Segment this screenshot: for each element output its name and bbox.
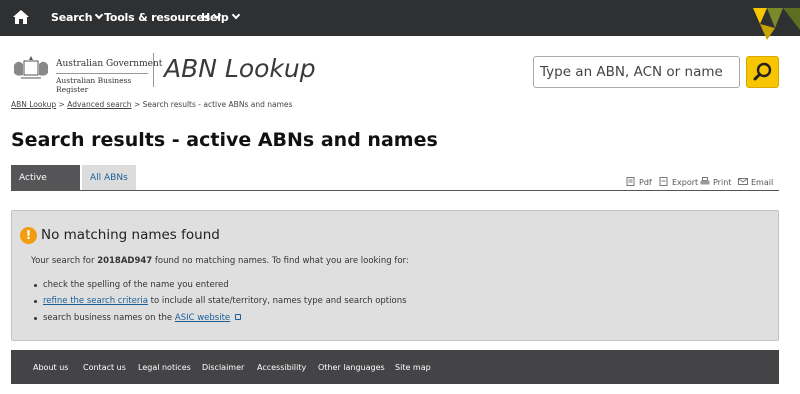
tab-all-abns[interactable]: All ABNs bbox=[82, 165, 136, 191]
suggestion-refine-criteria: refine the search criteria to include al… bbox=[34, 296, 407, 306]
breadcrumb-separator: > bbox=[133, 100, 141, 109]
nav-tools-label: Tools & resources bbox=[104, 11, 211, 24]
no-results-title: No matching names found bbox=[41, 227, 220, 243]
asic-text: search business names on the bbox=[43, 313, 175, 323]
search-button[interactable] bbox=[746, 56, 779, 88]
agency-name: Australian Business Register bbox=[56, 73, 148, 94]
site-brand-title[interactable]: ABN Lookup bbox=[164, 54, 316, 83]
email-icon bbox=[738, 178, 748, 185]
email-button[interactable]: Email bbox=[738, 177, 773, 187]
refine-search-text: to include all state/territory, names ty… bbox=[147, 296, 407, 306]
breadcrumb: ABN Lookup > Advanced search > Search re… bbox=[11, 100, 292, 109]
print-button[interactable]: Print bbox=[700, 177, 731, 187]
nav-search-label: Search bbox=[51, 11, 93, 24]
breadcrumb-current: Search results - active ABNs and names bbox=[142, 100, 293, 109]
page-title: Search results - active ABNs and names bbox=[11, 129, 438, 151]
export-button[interactable]: Export bbox=[659, 177, 698, 187]
government-name: Australian Government bbox=[56, 59, 163, 69]
footer-disclaimer[interactable]: Disclaimer bbox=[202, 363, 244, 372]
home-icon[interactable] bbox=[12, 9, 30, 25]
footer-other-languages[interactable]: Other languages bbox=[318, 363, 385, 372]
footer-contact-us[interactable]: Contact us bbox=[83, 363, 126, 372]
coat-of-arms-logo bbox=[14, 56, 48, 79]
decorative-triangles bbox=[753, 8, 800, 40]
breadcrumb-abn-lookup[interactable]: ABN Lookup bbox=[11, 100, 56, 109]
nav-search[interactable]: Search bbox=[51, 10, 104, 24]
external-link-icon bbox=[235, 314, 242, 320]
search-input[interactable] bbox=[533, 56, 740, 88]
search-query: 2018AD947 bbox=[97, 256, 153, 266]
search-icon bbox=[753, 62, 772, 81]
nav-help[interactable]: Help bbox=[201, 10, 240, 24]
footer-site-map[interactable]: Site map bbox=[395, 363, 431, 372]
footer-accessibility[interactable]: Accessibility bbox=[257, 363, 306, 372]
top-nav-bar: Search Tools & resources Help bbox=[0, 0, 800, 40]
chevron-down-icon bbox=[231, 10, 240, 20]
warning-icon: ! bbox=[20, 227, 37, 244]
header-divider bbox=[153, 53, 154, 87]
description-suffix: found no matching names. To find what yo… bbox=[152, 256, 409, 266]
asic-website-link[interactable]: ASIC website bbox=[175, 313, 230, 323]
footer-about-us[interactable]: About us bbox=[33, 363, 68, 372]
email-label: Email bbox=[751, 178, 774, 187]
export-label: Export bbox=[672, 178, 699, 187]
print-label: Print bbox=[713, 178, 732, 187]
breadcrumb-advanced-search[interactable]: Advanced search bbox=[67, 100, 131, 109]
no-results-description: Your search for 2018AD947 found no match… bbox=[31, 256, 409, 266]
suggestion-check-spelling: check the spelling of the name you enter… bbox=[34, 280, 229, 290]
description-prefix: Your search for bbox=[31, 256, 98, 266]
print-icon bbox=[700, 177, 710, 185]
tab-underline bbox=[11, 190, 779, 191]
tab-active-abns[interactable]: Active ABNs bbox=[11, 165, 80, 209]
pdf-button[interactable]: Pdf bbox=[626, 177, 652, 187]
export-icon bbox=[659, 177, 668, 186]
suggestion-asic: search business names on the ASIC websit… bbox=[33, 313, 242, 323]
pdf-label: Pdf bbox=[639, 178, 652, 187]
breadcrumb-separator: > bbox=[58, 100, 65, 109]
footer-legal-notices[interactable]: Legal notices bbox=[138, 363, 191, 372]
refine-search-link[interactable]: refine the search criteria bbox=[43, 296, 148, 306]
nav-help-label: Help bbox=[201, 11, 229, 24]
pdf-icon bbox=[626, 177, 635, 186]
chevron-down-icon bbox=[95, 10, 104, 20]
